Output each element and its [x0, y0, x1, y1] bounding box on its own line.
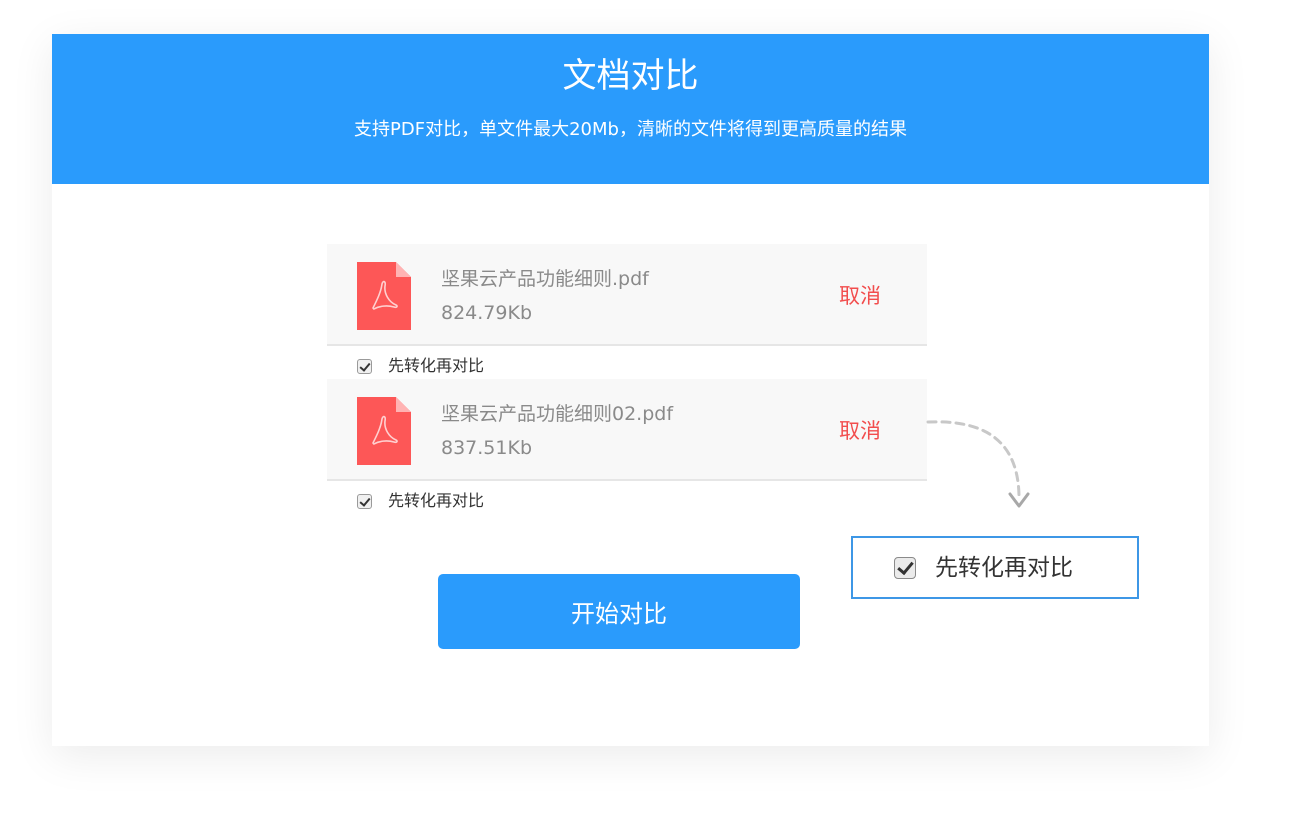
page: 文档对比 支持PDF对比，单文件最大20Mb，清晰的文件将得到更高质量的结果 坚… [0, 0, 1300, 818]
convert-checkbox-label: 先转化再对比 [388, 491, 485, 510]
convert-option-2[interactable]: 先转化再对比 [357, 489, 484, 513]
acrobat-glyph-icon [372, 280, 398, 310]
pdf-corner-fold [396, 397, 411, 412]
header-banner: 文档对比 支持PDF对比，单文件最大20Mb，清晰的文件将得到更高质量的结果 [52, 34, 1209, 184]
file-size: 824.79Kb [441, 302, 533, 324]
file-item-1: 坚果云产品功能细则.pdf 824.79Kb 取消 [327, 244, 927, 346]
convert-checkbox[interactable] [357, 358, 372, 374]
dashed-arrow-icon [926, 420, 1030, 508]
start-compare-button[interactable]: 开始对比 [438, 574, 800, 649]
file-size: 837.51Kb [441, 437, 533, 459]
callout-checkbox-label: 先转化再对比 [935, 554, 1073, 581]
page-title: 文档对比 [562, 56, 699, 96]
page-subtitle: 支持PDF对比，单文件最大20Mb，清晰的文件将得到更高质量的结果 [354, 119, 907, 140]
cancel-button[interactable]: 取消 [839, 417, 881, 445]
convert-checkbox[interactable] [357, 493, 372, 509]
cancel-button[interactable]: 取消 [839, 282, 881, 310]
pdf-corner-fold [396, 262, 411, 277]
convert-option-1[interactable]: 先转化再对比 [357, 354, 484, 378]
compare-card: 文档对比 支持PDF对比，单文件最大20Mb，清晰的文件将得到更高质量的结果 坚… [52, 34, 1209, 746]
callout-checkbox[interactable] [894, 556, 916, 579]
file-item-2: 坚果云产品功能细则02.pdf 837.51Kb 取消 [327, 379, 927, 481]
convert-checkbox-label: 先转化再对比 [388, 356, 485, 375]
file-name: 坚果云产品功能细则02.pdf [441, 403, 674, 425]
convert-option-callout: 先转化再对比 [851, 536, 1139, 599]
file-name: 坚果云产品功能细则.pdf [441, 268, 649, 290]
acrobat-glyph-icon [372, 415, 398, 445]
